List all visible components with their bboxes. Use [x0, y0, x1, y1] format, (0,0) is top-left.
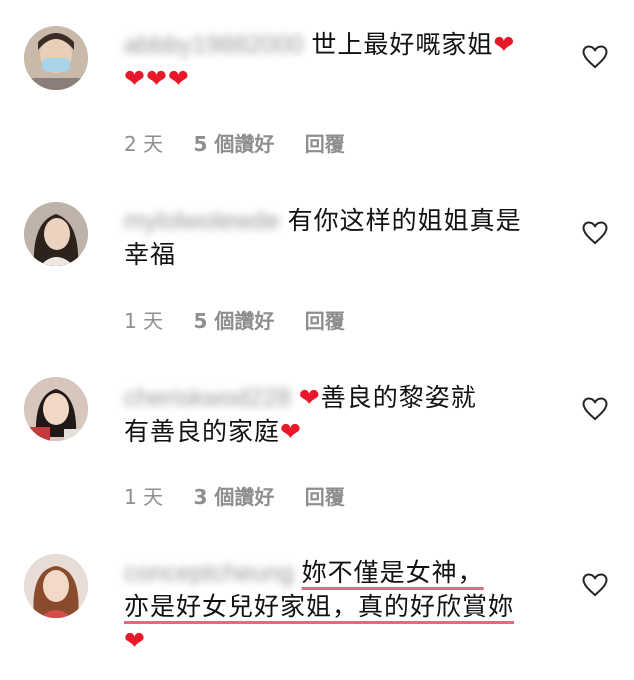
- comment-body-highlighted-cont: 亦是好女兒好家姐，真的好欣賞妳: [124, 592, 515, 621]
- heart-outline-icon[interactable]: [582, 397, 608, 421]
- timestamp: 1 天: [124, 485, 164, 509]
- timestamp: 2 天: [124, 132, 164, 156]
- avatar-image: [24, 377, 88, 441]
- comment-meta: 2 天 5 個讚好 回覆: [124, 128, 369, 157]
- reply-button[interactable]: 回覆: [305, 309, 345, 333]
- comment-text: mylolwolewde 有你这样的姐姐真是 幸福: [124, 204, 544, 272]
- comment-meta: 1 天 5 個讚好 回覆: [124, 305, 369, 334]
- username[interactable]: mylolwolewde: [124, 204, 280, 238]
- reply-button[interactable]: 回覆: [305, 485, 345, 509]
- avatar[interactable]: [24, 377, 88, 441]
- comment-text: conceptcheung 妳不僅是女神， 亦是好女兒好家姐，真的好欣賞妳 ❤: [124, 556, 544, 658]
- timestamp: 1 天: [124, 309, 164, 333]
- heart-emoji: ❤: [493, 30, 516, 59]
- username[interactable]: abbby19882000: [124, 28, 303, 62]
- comment-body: 善良的黎姿就: [320, 383, 477, 412]
- heart-emoji-row: ❤❤❤: [124, 64, 190, 93]
- heart-emoji: ❤: [124, 626, 146, 655]
- comment-body-cont: 幸福: [124, 240, 177, 269]
- reply-button[interactable]: 回覆: [305, 132, 345, 156]
- heart-emoji: ❤: [280, 417, 302, 446]
- comment-body: 有你这样的姐姐真是: [287, 206, 522, 235]
- heart-outline-icon[interactable]: [582, 221, 608, 245]
- comment-body-highlighted: 妳不僅是女神，: [301, 558, 484, 587]
- like-count[interactable]: 3 個讚好: [193, 485, 274, 509]
- avatar-image: [24, 202, 88, 266]
- avatar[interactable]: [24, 202, 88, 266]
- username[interactable]: conceptcheung: [124, 556, 294, 590]
- like-count[interactable]: 5 個讚好: [193, 132, 274, 156]
- comment-meta: 1 天 3 個讚好 回覆: [124, 481, 369, 510]
- heart-outline-icon[interactable]: [582, 45, 608, 69]
- avatar-image: [24, 554, 88, 618]
- avatar[interactable]: [24, 26, 88, 90]
- comment-text: abbby19882000 世上最好嘅家姐❤ ❤❤❤: [124, 28, 544, 96]
- avatar-image: [24, 26, 88, 90]
- username[interactable]: cheriskwod228: [124, 381, 291, 415]
- comment-body: 世上最好嘅家姐: [311, 30, 494, 59]
- comment-text: cheriskwod228 ❤善良的黎姿就 有善良的家庭❤: [124, 381, 544, 449]
- heart-outline-icon[interactable]: [582, 573, 608, 597]
- avatar[interactable]: [24, 554, 88, 618]
- like-count[interactable]: 5 個讚好: [193, 309, 274, 333]
- comment-body-cont: 有善良的家庭: [124, 417, 281, 446]
- heart-emoji: ❤: [298, 383, 321, 412]
